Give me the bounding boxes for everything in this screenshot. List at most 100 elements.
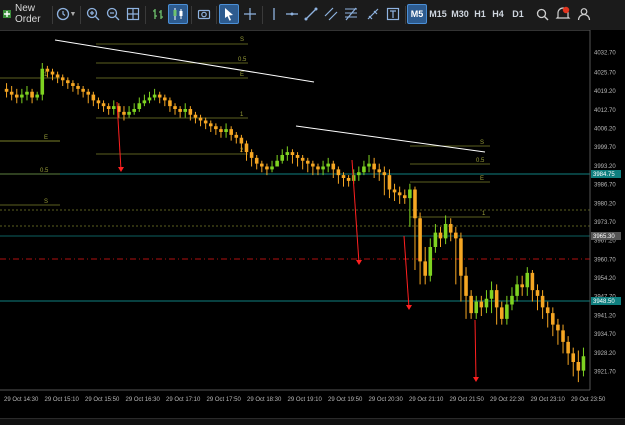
channel-icon[interactable] (322, 4, 340, 24)
trendline-2[interactable] (295, 125, 486, 153)
fibonacci-icon[interactable] (342, 4, 360, 24)
clock-icon[interactable]: ▼ (55, 4, 77, 24)
candle (60, 74, 65, 86)
candle (285, 146, 290, 161)
candle-body (14, 94, 19, 98)
candle-body (479, 301, 484, 308)
candle (535, 284, 540, 311)
candle-body (387, 175, 392, 190)
bar-chart-icon[interactable] (149, 4, 167, 24)
price-chart[interactable]: E 0.5 S 1 S 0.5 E 1 2 S 0.5 E 1 (0, 30, 625, 418)
time-tick-label: 29 Oct 14:30 (4, 397, 39, 403)
timeframe-h1[interactable]: H1 (472, 4, 488, 24)
screenshot-icon[interactable] (195, 4, 213, 24)
candle-body (285, 152, 290, 155)
level-label: E (240, 72, 244, 78)
candle-body (397, 192, 402, 196)
candle-body (300, 157, 305, 161)
zoom-in-icon[interactable] (84, 4, 102, 24)
time-tick-label: 29 Oct 17:50 (207, 397, 242, 403)
candle-body (540, 295, 545, 308)
candle (428, 238, 433, 282)
level-label: 0.5 (40, 168, 49, 174)
candle (152, 88, 157, 101)
candle (35, 91, 39, 101)
level-label: 1 (482, 211, 486, 217)
red-arrow[interactable] (351, 159, 360, 264)
notifications-icon[interactable] (554, 4, 572, 24)
horizontal-line-icon[interactable] (284, 4, 300, 24)
candle-body (520, 284, 524, 288)
vertical-line-icon[interactable] (266, 4, 282, 24)
candle (249, 149, 254, 167)
crosshair-icon[interactable] (241, 4, 259, 24)
cursor-icon[interactable] (219, 4, 239, 24)
candle-body (260, 163, 264, 167)
candle-body (111, 106, 116, 109)
timeframe-d1[interactable]: D1 (510, 4, 526, 24)
text-tool-icon[interactable] (384, 4, 402, 24)
candle-body (505, 304, 509, 319)
candle-body (433, 232, 438, 247)
candle-body (413, 189, 417, 219)
candle-body (30, 91, 34, 98)
candle-body (341, 175, 346, 178)
candle (515, 275, 519, 302)
candle (137, 97, 142, 112)
candle-body (336, 169, 341, 176)
candle-body (234, 134, 239, 138)
candle (571, 347, 576, 377)
time-tick-label: 29 Oct 23:10 (531, 397, 566, 403)
timeframe-h4[interactable]: H4 (490, 4, 506, 24)
candle (198, 114, 203, 127)
candle-body (45, 68, 50, 72)
candle-body (305, 160, 310, 164)
candle-body (270, 166, 274, 170)
time-tick-label: 29 Oct 22:30 (490, 397, 525, 403)
candle (229, 126, 233, 141)
time-tick-label: 29 Oct 19:10 (288, 397, 323, 403)
candle-body (50, 71, 55, 75)
red-arrow[interactable] (403, 235, 410, 309)
candle (402, 189, 407, 204)
candle (214, 123, 218, 135)
candle (459, 232, 463, 302)
shapes-icon[interactable] (364, 4, 382, 24)
trendline-icon[interactable] (302, 4, 320, 24)
candle-body (229, 129, 233, 135)
candle (71, 80, 75, 92)
candle (20, 88, 24, 104)
user-icon[interactable] (576, 4, 592, 24)
candle (392, 183, 397, 201)
timeframe-m30[interactable]: M30 (450, 4, 470, 24)
candle-body (71, 83, 75, 86)
time-axis: 29 Oct 14:30 29 Oct 15:10 29 Oct 15:50 29 O… (0, 389, 625, 418)
zoom-out-icon[interactable] (104, 4, 122, 24)
price-axis: 4032.70 4025.70 4019.20 4012.70 4006.20 3999.… (589, 30, 625, 390)
candle (505, 295, 509, 325)
candle (9, 86, 14, 101)
trendline-1[interactable] (54, 39, 315, 83)
new-order-button[interactable]: New Order (2, 3, 50, 25)
candle (520, 275, 524, 296)
candle (377, 163, 382, 181)
candle (142, 94, 147, 107)
red-arrow[interactable] (474, 319, 477, 381)
arrow-head (406, 305, 412, 310)
candle-body (214, 126, 218, 130)
candle (224, 123, 228, 138)
price-tag-label: 3965.30 (593, 234, 615, 240)
candle (234, 132, 239, 144)
timeframe-m15[interactable]: M15 (428, 4, 448, 24)
search-icon[interactable] (534, 4, 550, 24)
grid-icon[interactable] (124, 4, 142, 24)
candle (260, 160, 264, 173)
price-tick-label: 3973.70 (594, 220, 616, 226)
timeframe-m5[interactable]: M5 (407, 4, 427, 24)
candle (203, 117, 208, 130)
candle (489, 281, 494, 314)
candle-chart-icon[interactable] (168, 4, 188, 24)
candle-body (357, 172, 361, 176)
candle (540, 290, 545, 319)
time-tick-label: 29 Oct 15:50 (85, 397, 120, 403)
